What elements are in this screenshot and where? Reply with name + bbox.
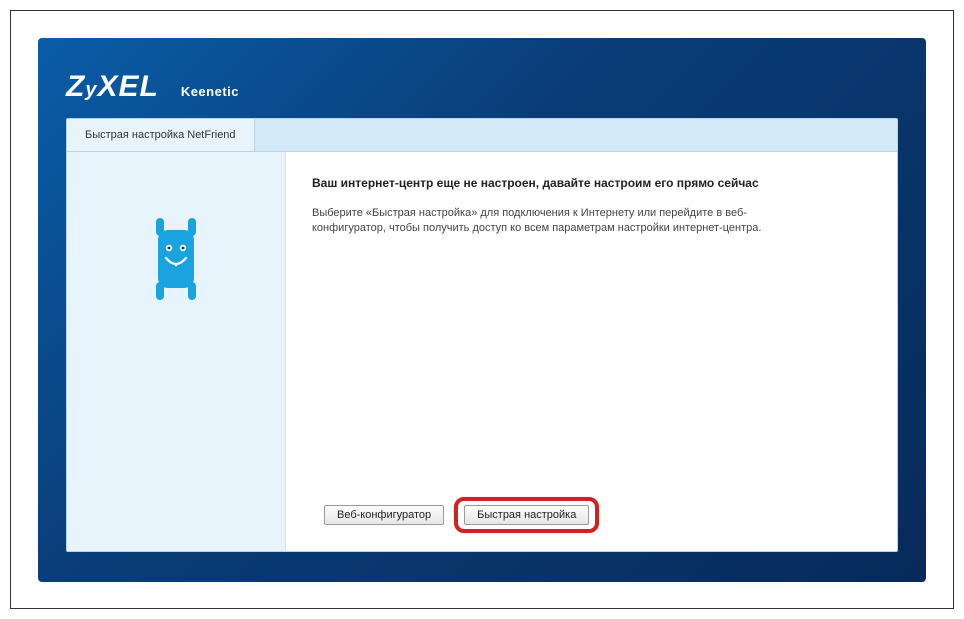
header: ZyXEL Keenetic — [38, 38, 926, 118]
router-admin-panel: ZyXEL Keenetic Быстрая настройка NetFrie… — [38, 38, 926, 582]
web-configurator-button[interactable]: Веб-конфигуратор — [324, 505, 444, 525]
content-body: Ваш интернет-центр еще не настроен, дава… — [67, 152, 897, 551]
main-area: Ваш интернет-центр еще не настроен, дава… — [285, 152, 897, 551]
button-row: Веб-конфигуратор Быстрая настройка — [312, 497, 871, 537]
setup-headline: Ваш интернет-центр еще не настроен, дава… — [312, 176, 871, 190]
sidebar — [67, 152, 285, 551]
tab-quick-setup[interactable]: Быстрая настройка NetFriend — [67, 119, 255, 151]
quick-setup-button[interactable]: Быстрая настройка — [464, 505, 589, 525]
screenshot-frame: ZyXEL Keenetic Быстрая настройка NetFrie… — [10, 10, 954, 609]
setup-description: Выберите «Быстрая настройка» для подключ… — [312, 206, 792, 238]
highlight-annotation: Быстрая настройка — [454, 497, 599, 533]
content-container: Быстрая настройка NetFriend — [66, 118, 898, 552]
brand-logo: ZyXEL — [66, 70, 159, 104]
product-name: Keenetic — [181, 84, 239, 99]
tab-bar: Быстрая настройка NetFriend — [67, 119, 897, 152]
mascot-icon — [144, 212, 208, 302]
